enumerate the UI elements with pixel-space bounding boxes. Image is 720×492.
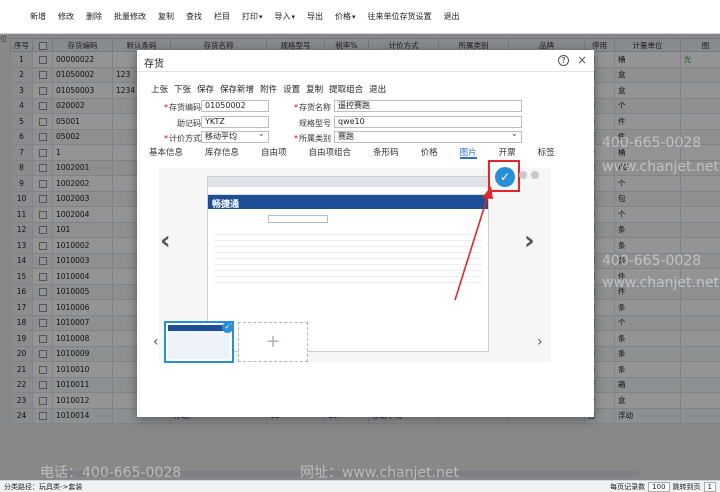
costing-label: *计价方式 (164, 134, 201, 143)
code-field[interactable]: 01050002 (201, 100, 269, 112)
mnemonic-label: 助记码 (177, 119, 201, 128)
toolbar-button-2[interactable]: 删除 (80, 11, 108, 22)
dialog-tool-2[interactable]: 保存 (197, 83, 214, 95)
tab-8[interactable]: 标签 (538, 146, 555, 159)
mnemonic-field[interactable]: YKTZ (201, 116, 269, 128)
status-bar: 分类路径：玩具类->套装 每页记录数 100 跳转到页 1 (0, 480, 720, 492)
image-close-icon[interactable] (518, 170, 542, 180)
preview-browser-tabs (208, 177, 488, 187)
tab-2[interactable]: 自由项 (261, 146, 287, 159)
toolbar-button-5[interactable]: 查找 (180, 11, 208, 22)
page-size-label: 每页记录数 (610, 483, 646, 491)
preview-logo: 畅捷通 (212, 200, 240, 210)
image-thumbnail[interactable]: ✓ (164, 321, 234, 363)
toolbar-button-10[interactable]: 价格 (329, 11, 362, 22)
jump-label: 跳转到页 (672, 483, 701, 491)
costing-select[interactable]: 移动平均 (201, 131, 269, 143)
selected-check-icon[interactable]: ✓ (495, 167, 515, 187)
next-image-arrow-icon[interactable]: › (524, 226, 535, 256)
dialog-tool-4[interactable]: 附件 (260, 83, 277, 95)
dialog-header: 存货 ? × (137, 50, 594, 72)
thumb-prev-icon[interactable]: ‹ (153, 334, 159, 350)
name-label: *存货名称 (294, 103, 331, 112)
toolbar-button-9[interactable]: 导出 (301, 11, 329, 22)
toolbar-button-8[interactable]: 导入 (269, 11, 302, 22)
tab-5[interactable]: 价格 (421, 146, 438, 159)
tab-1[interactable]: 库存信息 (205, 146, 239, 159)
toolbar-button-4[interactable]: 复制 (152, 11, 180, 22)
add-image-button[interactable]: + (238, 322, 308, 362)
jump-page-input[interactable]: 1 (703, 482, 716, 492)
dialog-tool-3[interactable]: 保存新增 (220, 83, 254, 95)
thumbnail-check-icon: ✓ (222, 322, 233, 333)
thumb-next-icon[interactable]: › (537, 334, 543, 350)
tab-0[interactable]: 基本信息 (149, 146, 183, 159)
dialog-toolbar: 上张 下张 保存 保存新增 附件 设置 复制 提取组合 退出 (151, 83, 386, 95)
prev-image-arrow-icon[interactable]: ‹ (160, 226, 171, 256)
dialog-tool-1[interactable]: 下张 (174, 83, 191, 95)
dialog-tool-6[interactable]: 复制 (306, 83, 323, 95)
toolbar-button-3[interactable]: 批量修改 (108, 11, 152, 22)
toolbar-button-12[interactable]: 退出 (438, 11, 466, 22)
spec-label: 规格型号 (299, 119, 331, 128)
category-label: *所属类别 (294, 134, 331, 143)
tab-7[interactable]: 开票 (499, 146, 516, 159)
dialog-tabs: 基本信息 库存信息 自由项 自由项组合 条形码 价格 图片 开票 标签 (149, 146, 555, 159)
toolbar-button-11[interactable]: 往来单位存货设置 (362, 11, 438, 22)
dialog-tool-8[interactable]: 退出 (369, 83, 386, 95)
tab-3[interactable]: 自由项组合 (309, 146, 352, 159)
toolbar-button-0[interactable]: 新增 (24, 11, 52, 22)
tab-6[interactable]: 图片 (459, 146, 477, 159)
dialog-tool-0[interactable]: 上张 (151, 83, 168, 95)
dialog-tool-7[interactable]: 提取组合 (329, 83, 363, 95)
category-path: 分类路径：玩具类->套装 (4, 482, 83, 491)
page-size-input[interactable]: 100 (648, 482, 670, 492)
category-select[interactable]: 赛跑 (334, 131, 522, 143)
toolbar-button-7[interactable]: 打印 (236, 11, 269, 22)
code-label: *存货编码 (164, 103, 201, 112)
spec-field[interactable]: qwe10 (334, 116, 522, 128)
dialog-tool-5[interactable]: 设置 (283, 83, 300, 95)
preview-search-box (268, 215, 328, 223)
tab-4[interactable]: 条形码 (373, 146, 399, 159)
close-icon[interactable]: × (577, 53, 587, 67)
toolbar-button-1[interactable]: 修改 (52, 11, 80, 22)
name-field[interactable]: 遥控赛跑 (334, 100, 522, 112)
toolbar-button-6[interactable]: 栏目 (208, 11, 236, 22)
main-toolbar: 新增修改删除批量修改复制查找栏目打印导入导出价格往来单位存货设置退出 (0, 0, 720, 34)
preview-banner (208, 195, 488, 209)
preview-url-bar (208, 187, 488, 195)
dialog-title: 存货 (144, 59, 164, 70)
help-icon[interactable]: ? (558, 55, 569, 66)
